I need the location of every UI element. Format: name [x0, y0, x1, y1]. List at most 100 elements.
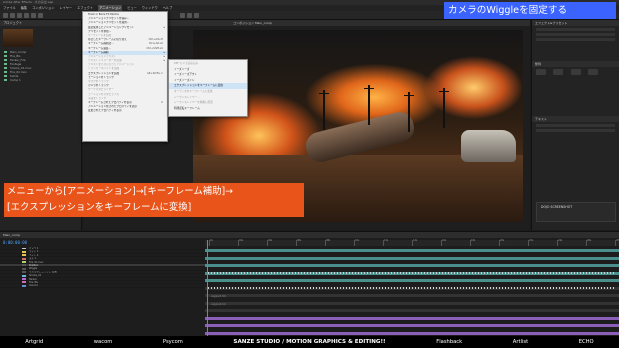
- menu-item-label: ワープスタビライザー: [88, 88, 114, 92]
- effects-panel: エフェクト&プリセット 整列 テキスト DOJO SCREENSHOT: [531, 20, 619, 230]
- align-left-button[interactable]: [536, 69, 546, 75]
- item-color-swatch: [4, 75, 7, 77]
- submenu-item-label: シーケンスレイヤーを順番に配置: [174, 101, 213, 105]
- menu-item-label: テキストアニメーターを追加: [88, 59, 122, 63]
- expression-label: wiggle(5,30): [211, 295, 226, 298]
- submenu-item-label: オーディオをキーフレームに変換: [174, 89, 213, 93]
- layer-duration-bar[interactable]: [205, 264, 619, 267]
- ruler-tick-label: 02s: [239, 239, 244, 242]
- item-color-swatch: [4, 55, 7, 57]
- track-area[interactable]: wiggle(5,30) wiggle(2,10): [205, 247, 619, 337]
- submenu-item[interactable]: 時間反転キーフレーム: [169, 106, 247, 112]
- project-thumbnail: [3, 29, 33, 47]
- sponsor-logo: ECHO: [578, 339, 594, 345]
- pen-tool-icon[interactable]: [180, 13, 185, 18]
- item-color-swatch: [4, 67, 7, 69]
- align-section-title: 整列: [532, 61, 619, 67]
- layer-duration-bar[interactable]: [205, 301, 619, 305]
- dojo-screenshot-panel[interactable]: DOJO SCREENSHOT: [536, 202, 616, 222]
- ruler-tick-label: 16s: [442, 239, 447, 242]
- menu-item-label: エクスプレッションを追加: [88, 71, 120, 75]
- rotate-tool-icon[interactable]: [31, 13, 36, 18]
- layer-label-color: [22, 278, 26, 280]
- layer-name: Ground: [29, 284, 38, 288]
- menu-item-label: プリセットを参照...: [88, 29, 112, 33]
- align-center-button[interactable]: [553, 69, 564, 75]
- menu-item-label: アニメーションプリセットを適用...: [88, 21, 130, 25]
- ruler-tick-label: 04s: [268, 239, 273, 242]
- selection-tool-icon[interactable]: [10, 13, 15, 18]
- ruler-tick-label: 22s: [529, 239, 534, 242]
- ruler-tick-label: 10s: [355, 239, 360, 242]
- align-right-button[interactable]: [570, 69, 581, 75]
- layer-duration-bar[interactable]: [205, 249, 619, 252]
- panel-row: [536, 38, 615, 41]
- caption-instruction-line2: [エクスプレッションをキーフレームに変換]: [7, 201, 192, 213]
- keyframe-strip[interactable]: [208, 272, 616, 274]
- menu-item-label: アニメーション化されたプロパティを表示: [88, 105, 138, 109]
- project-item-list: Main_Comp Fire_BG Tanker_Fire Footage Smoke_…: [0, 50, 81, 82]
- align-top-button[interactable]: [587, 69, 598, 75]
- project-item[interactable]: Comp 1: [0, 78, 81, 82]
- font-size-input[interactable]: [536, 129, 615, 132]
- project-panel-tab[interactable]: プロジェクト: [0, 20, 81, 26]
- layer-duration-bar[interactable]: [205, 324, 619, 327]
- zoom-tool-icon[interactable]: [24, 13, 29, 18]
- layer-duration-bar[interactable]: [205, 331, 619, 335]
- time-ruler[interactable]: 0s 02s 04s 06s 08s 10s 12s 14s 16s 18s 20s 22s 24s 26…: [205, 239, 619, 246]
- home-tool-icon[interactable]: [3, 13, 8, 18]
- playhead[interactable]: [207, 240, 208, 337]
- submenu-item-label: シーケンスレイヤー...: [174, 95, 200, 99]
- brush-tool-icon[interactable]: [194, 13, 199, 18]
- caption-instruction: メニューから[アニメーション]→[キーフレーム補助]→ [エクスプレッションをキ…: [4, 183, 304, 217]
- menu-item[interactable]: 変更されたプロパティを表示: [83, 109, 167, 113]
- submenu-item-label: イーズイーズアウト: [174, 73, 198, 77]
- menu-item-label: 平面をトラック: [88, 96, 107, 100]
- layer-label-color: [22, 261, 26, 263]
- layer-duration-bar[interactable]: [205, 256, 619, 260]
- layer-row[interactable]: Ground: [0, 284, 205, 288]
- timeline-panel: Main_comp 0:00:00:00 カメラ 1 ライト 1 ライト 2 ヌル 1…: [0, 231, 619, 337]
- menu-item-label: キーフレームを追加: [88, 33, 112, 37]
- sponsor-logo: SANZE STUDIO / MOTION GRAPHICS & EDITING…: [233, 339, 386, 345]
- submenu-item-label: 時間反転キーフレーム: [174, 106, 200, 110]
- ruler-tick-label: 18s: [471, 239, 476, 242]
- layer-label-color: [22, 281, 26, 284]
- layer-label-color: [22, 267, 26, 270]
- timecode-display[interactable]: 0:00:00:00: [3, 240, 27, 245]
- hand-tool-icon[interactable]: [17, 13, 22, 18]
- menu-item-label: モーションをスタビライズ: [88, 92, 119, 96]
- layer-duration-bar[interactable]: [205, 309, 619, 312]
- layer-duration-bar[interactable]: [205, 294, 619, 297]
- utility-pole-image: [319, 90, 329, 130]
- layer-label-color: [22, 264, 26, 267]
- item-color-swatch: [4, 51, 7, 53]
- layer-duration-bar[interactable]: [205, 279, 619, 282]
- submenu-item-label: エクスプレッションをキーフレームに変換: [174, 84, 223, 88]
- layer-label-color: [22, 271, 26, 273]
- ruler-tick-label: 06s: [297, 239, 302, 242]
- layer-duration-bar[interactable]: [205, 316, 619, 320]
- sponsor-logo: Artgrid: [25, 339, 44, 345]
- text-tool-icon[interactable]: [187, 13, 192, 18]
- camera-tool-icon[interactable]: [38, 13, 43, 18]
- caption-instruction-line1: メニューから[アニメーション]→[キーフレーム補助]→: [7, 186, 233, 197]
- layer-label-color: [22, 250, 26, 253]
- ruler-tick-label: 26s: [587, 239, 592, 242]
- effects-search-input[interactable]: [536, 28, 615, 31]
- animation-menu: Track in Boris FX Mocha アニメーションプリセットを保存..…: [82, 11, 168, 142]
- timeline-tab[interactable]: Main_comp: [0, 232, 619, 238]
- item-color-swatch: [4, 79, 7, 81]
- menu-item-label: キーフレーム補助: [88, 50, 109, 54]
- submenu-item-label: RPF カメラ読み込み: [174, 62, 198, 65]
- caption-title: カメラのWiggleを固定する: [444, 2, 616, 19]
- dojo-screenshot-title: DOJO SCREENSHOT: [541, 205, 573, 209]
- font-select[interactable]: [536, 124, 615, 127]
- effects-panel-tab[interactable]: エフェクト&プリセット: [532, 20, 619, 26]
- sponsor-logo: Flashback: [436, 339, 463, 345]
- utility-pole-image: [404, 92, 414, 132]
- keyframe-strip[interactable]: [208, 287, 616, 289]
- layer-label-color: [22, 284, 26, 287]
- utility-pole-image: [364, 85, 374, 125]
- sponsor-logo: Artlist: [512, 339, 529, 345]
